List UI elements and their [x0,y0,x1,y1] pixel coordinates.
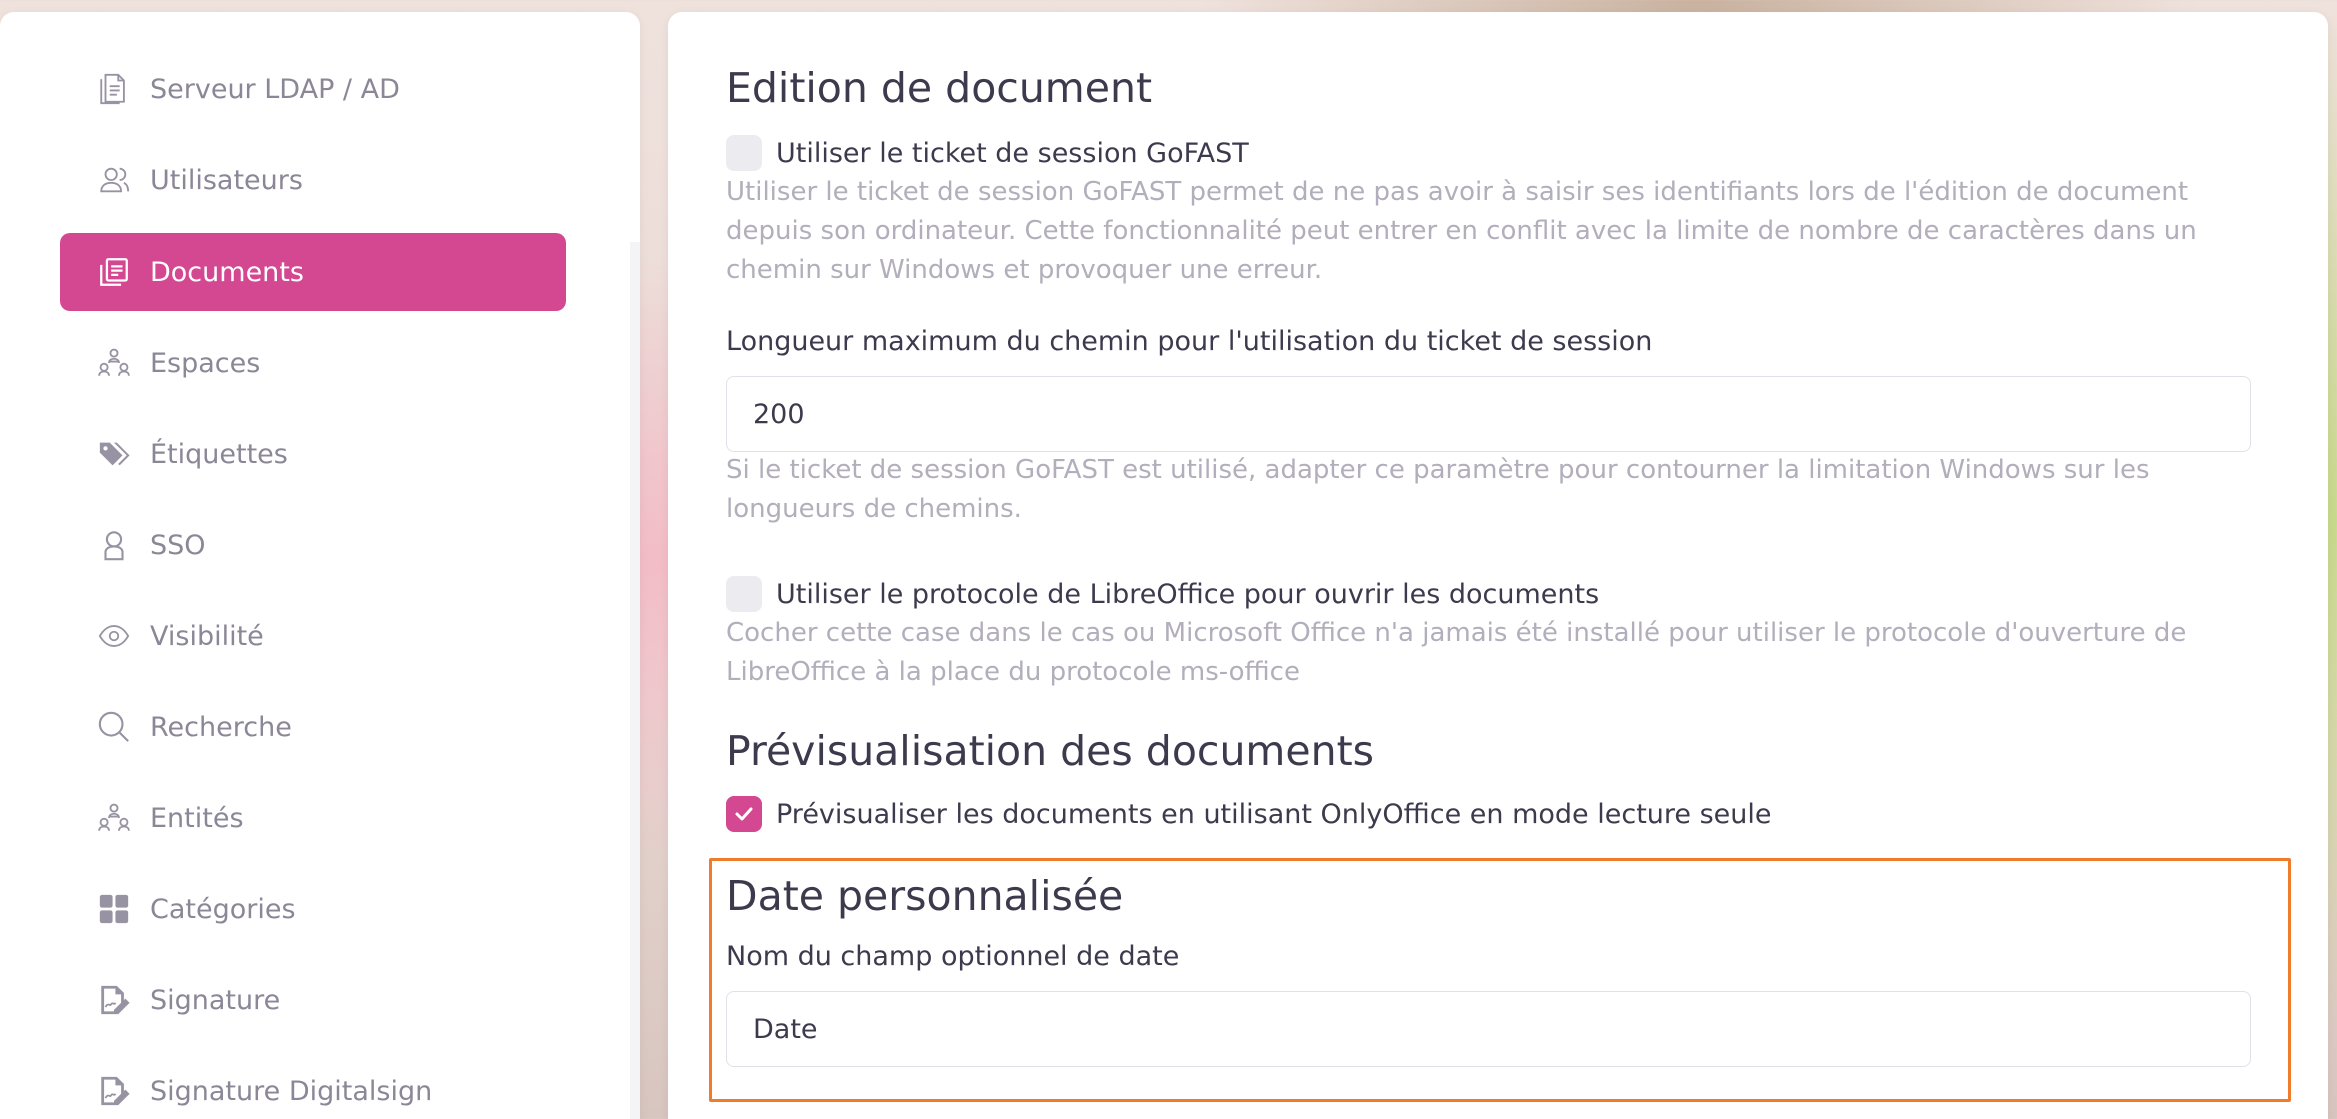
sidebar-item-label: Recherche [150,711,292,743]
digitalsign-icon [96,1073,132,1109]
sidebar-item-signature[interactable]: Signature [60,961,566,1039]
sidebar-scrollbar[interactable] [630,242,640,1119]
onlyoffice-preview-option[interactable]: Prévisualiser les documents en utilisant… [726,796,1772,832]
session-ticket-help: Utiliser le ticket de session GoFAST per… [726,177,2197,285]
sidebar-item-categories[interactable]: Catégories [60,870,566,948]
section-title-preview: Prévisualisation des documents [726,727,1375,775]
sidebar-item-signature-digitalsign[interactable]: Signature Digitalsign [60,1052,566,1119]
checkmark-icon [735,807,753,821]
sidebar-item-label: SSO [150,529,206,561]
sidebar-item-label: Entités [150,802,244,834]
ldap-server-icon [96,71,132,107]
documents-icon [96,254,132,290]
session-ticket-option[interactable]: Utiliser le ticket de session GoFAST [726,135,1249,171]
eye-icon [96,618,132,654]
sidebar-item-label: Espaces [150,347,261,379]
tags-icon [96,436,132,472]
search-icon [96,709,132,745]
sidebar-item-label: Visibilité [150,620,264,652]
libreoffice-help: Cocher cette case dans le cas ou Microso… [726,618,2187,687]
sso-user-icon [96,527,132,563]
signature-icon [96,982,132,1018]
custom-date-field-label: Nom du champ optionnel de date [726,941,1180,972]
sidebar-item-search[interactable]: Recherche [60,688,566,766]
max-path-label: Longueur maximum du chemin pour l'utilis… [726,326,1653,357]
max-path-input[interactable] [726,376,2251,452]
categories-grid-icon [96,891,132,927]
sidebar-item-entities[interactable]: Entités [60,779,566,857]
users-icon [96,162,132,198]
sidebar-item-label: Étiquettes [150,438,288,470]
entities-icon [96,800,132,836]
max-path-help: Si le ticket de session GoFAST est utili… [726,455,2150,524]
sidebar: Serveur LDAP / AD Utilisateurs Documents… [0,12,640,1119]
sidebar-item-spaces[interactable]: Espaces [60,324,566,402]
spaces-icon [96,345,132,381]
sidebar-item-sso[interactable]: SSO [60,506,566,584]
custom-date-field-input[interactable] [726,991,2251,1067]
sidebar-item-label: Signature Digitalsign [150,1075,433,1107]
session-ticket-checkbox[interactable] [726,135,762,171]
libreoffice-checkbox[interactable] [726,576,762,612]
sidebar-item-tags[interactable]: Étiquettes [60,415,566,493]
sidebar-item-users[interactable]: Utilisateurs [60,141,566,219]
sidebar-item-ldap[interactable]: Serveur LDAP / AD [60,50,566,128]
sidebar-item-documents[interactable]: Documents [60,233,566,311]
sidebar-item-label: Utilisateurs [150,164,303,196]
sidebar-item-label: Serveur LDAP / AD [150,73,400,105]
sidebar-item-visibility[interactable]: Visibilité [60,597,566,675]
onlyoffice-preview-checkbox[interactable] [726,796,762,832]
onlyoffice-preview-label: Prévisualiser les documents en utilisant… [776,798,1772,830]
section-title-edition: Edition de document [726,64,1153,112]
sidebar-item-label: Catégories [150,893,296,925]
sidebar-item-label: Documents [150,256,304,288]
sidebar-item-label: Signature [150,984,281,1016]
session-ticket-label: Utiliser le ticket de session GoFAST [776,137,1249,169]
libreoffice-label: Utiliser le protocole de LibreOffice pou… [776,578,1600,610]
libreoffice-option[interactable]: Utiliser le protocole de LibreOffice pou… [726,576,1599,612]
section-title-custom-date: Date personnalisée [726,872,1124,920]
